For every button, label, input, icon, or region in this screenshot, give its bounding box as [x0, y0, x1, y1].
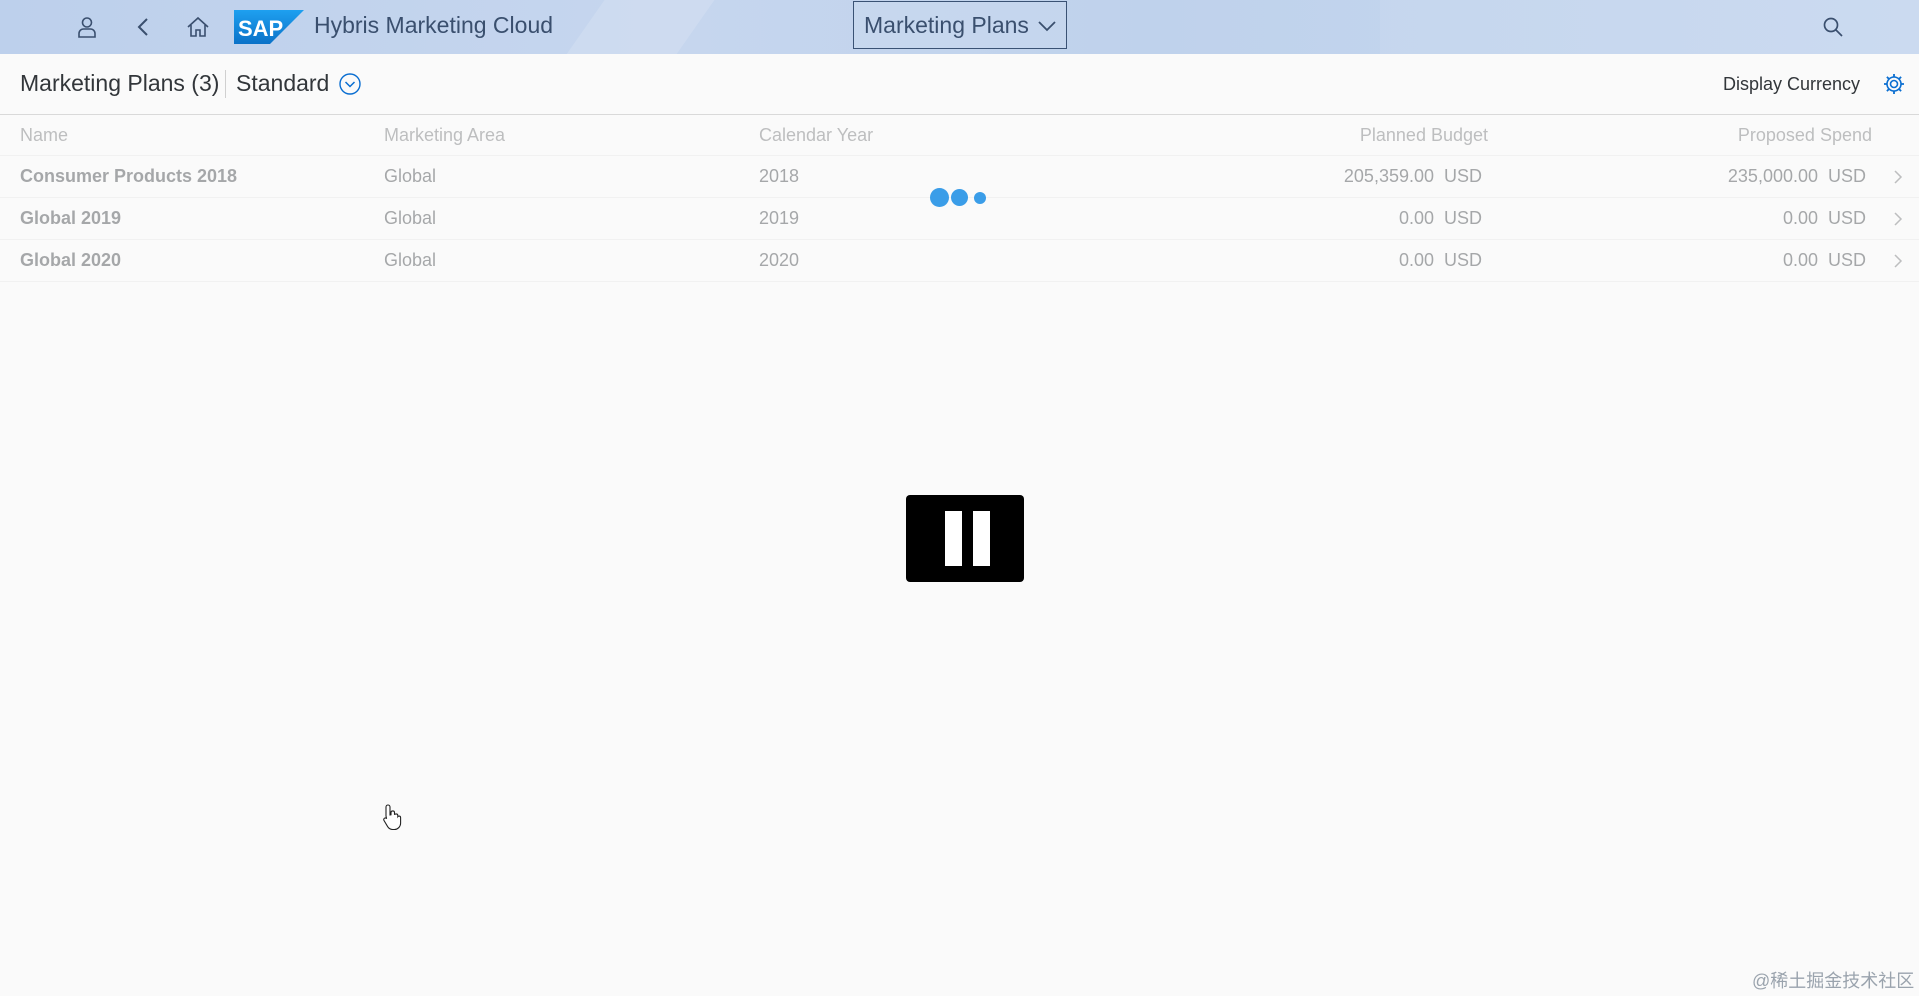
chevron-right-icon [1894, 170, 1903, 184]
column-header-name[interactable]: Name [20, 125, 68, 146]
busy-indicator [930, 186, 990, 208]
sap-logo[interactable]: SAP [234, 10, 304, 44]
pause-overlay-icon[interactable] [906, 495, 1024, 582]
cell-planned-budget-currency: USD [1444, 166, 1483, 186]
pause-bar [973, 511, 990, 566]
nav-dropdown[interactable]: Marketing Plans [853, 1, 1067, 49]
cell-calendar-year: 2018 [759, 166, 800, 186]
variant-dropdown-icon[interactable] [338, 72, 362, 96]
busy-dot [974, 192, 986, 204]
pause-bar [945, 511, 962, 566]
variant-management[interactable]: Standard [236, 70, 329, 97]
cell-marketing-area: Global [384, 208, 437, 228]
cell-planned-budget: 205,359.00 [1343, 166, 1434, 186]
table-header: Name Marketing Area Calendar Year Planne… [0, 115, 1919, 156]
app-title: Hybris Marketing Cloud [314, 12, 554, 38]
column-header-calendar-year[interactable]: Calendar Year [759, 125, 873, 146]
page-title: Marketing Plans (3) [20, 70, 220, 96]
display-currency-button[interactable]: Display Currency [1723, 74, 1860, 95]
page-header: Marketing Plans (3) Standard Display Cur… [0, 54, 1919, 115]
back-icon[interactable] [130, 13, 158, 41]
cell-planned-budget-currency: USD [1444, 250, 1483, 270]
cell-planned-budget: 0.00 [1398, 250, 1434, 270]
search-icon[interactable] [1819, 13, 1847, 41]
busy-dot [951, 189, 968, 206]
home-icon[interactable] [184, 13, 212, 41]
cell-proposed-spend-currency: USD [1828, 166, 1867, 186]
hand-cursor-icon [383, 804, 402, 831]
column-header-marketing-area[interactable]: Marketing Area [384, 125, 505, 146]
chevron-right-icon [1894, 254, 1903, 268]
cell-planned-budget: 0.00 [1398, 208, 1434, 228]
cell-name: Global 2019 [20, 208, 122, 228]
cell-proposed-spend: 0.00 [1782, 208, 1818, 228]
cell-planned-budget-currency: USD [1444, 208, 1483, 228]
cell-proposed-spend: 235,000.00 [1727, 166, 1818, 186]
column-header-planned-budget[interactable]: Planned Budget [1290, 125, 1488, 146]
cell-calendar-year: 2020 [759, 250, 800, 270]
watermark: @稀土掘金技术社区 [1752, 971, 1915, 991]
cell-name: Global 2020 [20, 250, 122, 270]
cell-name: Consumer Products 2018 [20, 166, 238, 186]
cell-marketing-area: Global [384, 166, 437, 186]
busy-dot [930, 188, 949, 207]
chevron-right-icon [1894, 212, 1903, 226]
gear-icon[interactable] [1882, 72, 1906, 96]
nav-dropdown-label: Marketing Plans [864, 11, 1029, 38]
divider [225, 70, 226, 98]
sap-logo-text: SAP [238, 16, 283, 41]
chevron-down-icon [1038, 21, 1056, 32]
cell-proposed-spend-currency: USD [1828, 208, 1867, 228]
user-icon[interactable] [73, 13, 101, 41]
table-row[interactable]: Global 2020 Global 2020 0.00 USD 0.00 US… [0, 240, 1919, 282]
column-header-proposed-spend[interactable]: Proposed Spend [1670, 125, 1872, 146]
cell-calendar-year: 2019 [759, 208, 800, 228]
shell-decoration [541, 0, 729, 54]
cell-proposed-spend: 0.00 [1782, 250, 1818, 270]
shell-bar: SAP Hybris Marketing Cloud Marketing Pla… [0, 0, 1919, 54]
cell-proposed-spend-currency: USD [1828, 250, 1867, 270]
cell-marketing-area: Global [384, 250, 437, 270]
